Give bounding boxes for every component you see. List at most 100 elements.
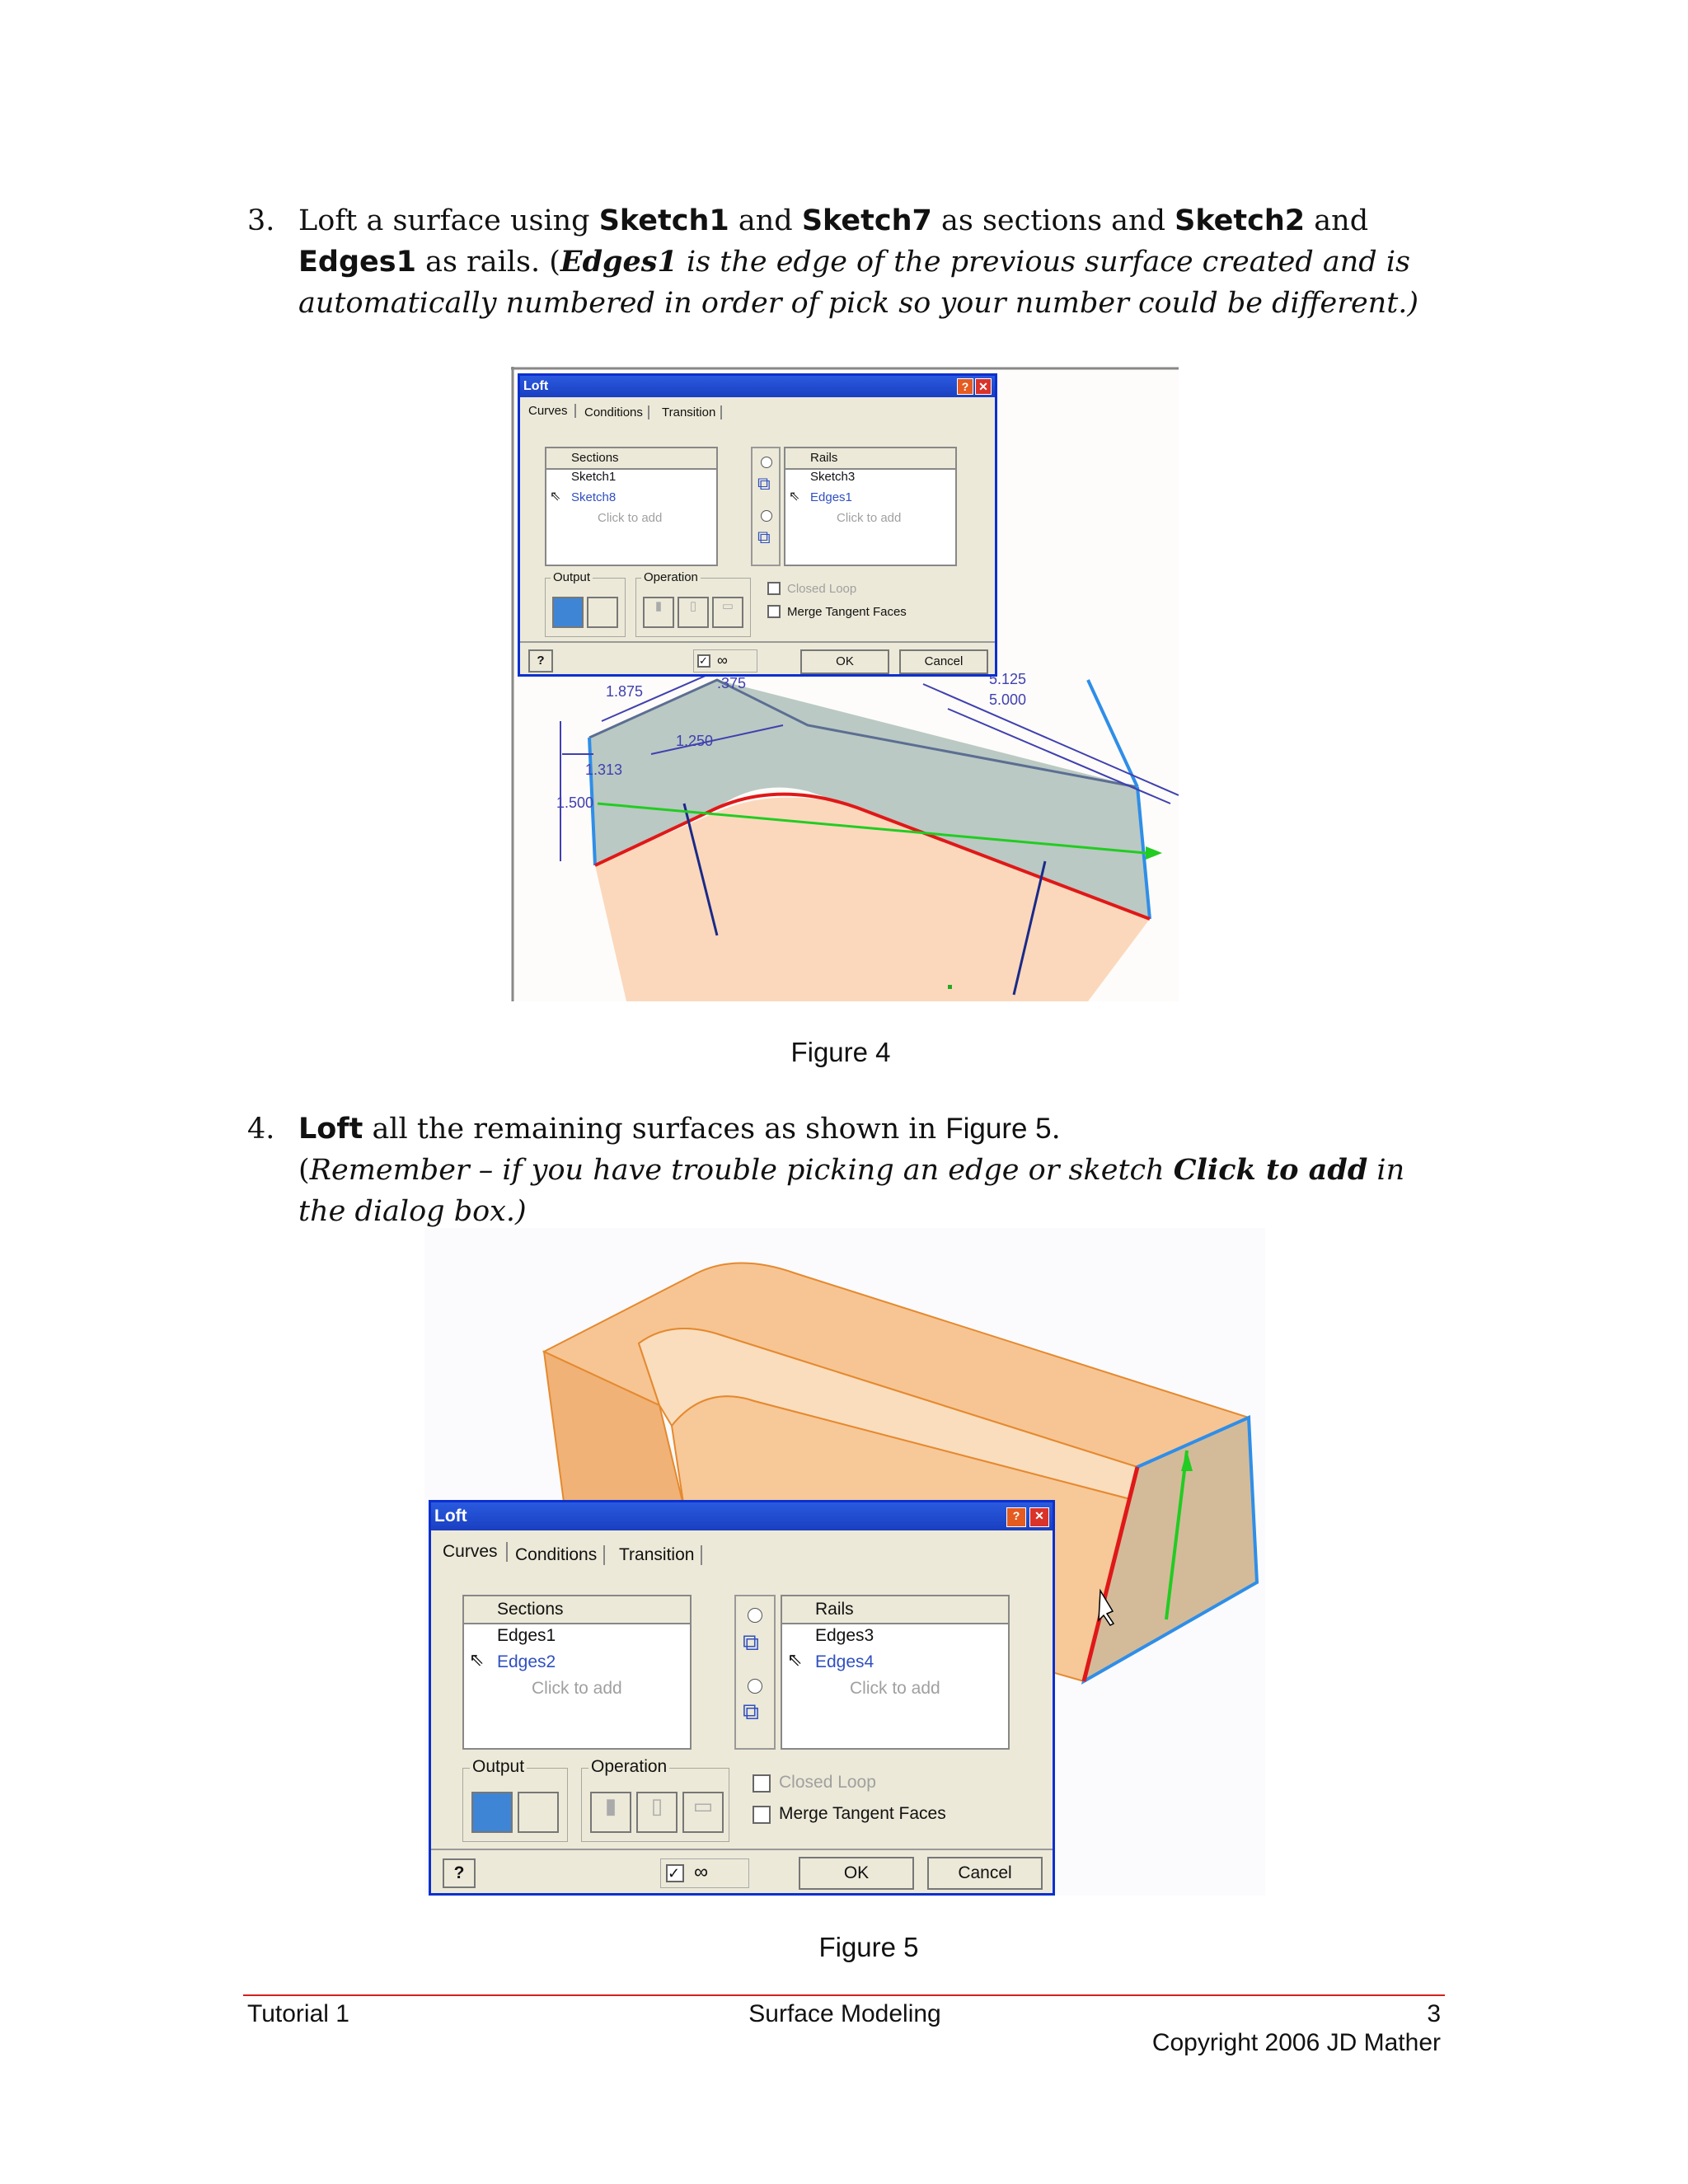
list-item[interactable]: Edges1 — [810, 490, 852, 504]
merge-tangent-label: Merge Tangent Faces — [787, 605, 907, 619]
sections-header: Sections — [546, 448, 716, 470]
join-button[interactable]: ▮ — [590, 1792, 631, 1833]
divider — [520, 641, 995, 643]
click-to-add[interactable]: Click to add — [598, 511, 662, 525]
list-item[interactable]: Edges3 — [815, 1626, 874, 1646]
dialog-title: Loft — [523, 379, 549, 393]
click-to-add[interactable]: Click to add — [850, 1679, 940, 1699]
dialog-help-title-button[interactable]: ? — [1006, 1507, 1026, 1527]
svg-text:.375: .375 — [717, 675, 746, 691]
step-text: Loft a surface using Sketch1 and Sketch7… — [298, 204, 1419, 320]
intersect-button[interactable]: ▭ — [712, 597, 743, 628]
click-to-add[interactable]: Click to add — [837, 511, 901, 525]
closed-loop-checkbox[interactable] — [767, 582, 781, 595]
radio-button[interactable] — [761, 510, 772, 522]
dialog-title: Loft — [434, 1507, 467, 1526]
step-4: 4. Loft all the remaining surfaces as sh… — [247, 1108, 1451, 1228]
rails-list[interactable]: Rails Edges3 Edges4 ⇖ Click to add — [781, 1595, 1010, 1750]
cancel-button[interactable]: Cancel — [899, 649, 988, 674]
click-to-add[interactable]: Click to add — [532, 1679, 622, 1699]
merge-tangent-label: Merge Tangent Faces — [779, 1804, 946, 1823]
sections-list[interactable]: Sections Edges1 Edges2 ⇖ Click to add — [462, 1595, 692, 1750]
closed-loop-checkbox[interactable] — [753, 1774, 771, 1793]
intersect-button[interactable]: ▭ — [682, 1792, 724, 1833]
operation-group: Operation ▮ ▯ ▭ — [635, 570, 751, 637]
tab-transition[interactable]: Transition — [619, 1545, 703, 1565]
preview-toggle[interactable]: ✓ ∞ — [660, 1858, 749, 1888]
sections-icon: ⧉ — [743, 1629, 759, 1655]
sections-header: Sections — [464, 1596, 690, 1624]
dialog-help-title-button[interactable]: ? — [957, 378, 973, 395]
cut-button[interactable]: ▯ — [636, 1792, 678, 1833]
sections-list[interactable]: Sections Sketch1 Sketch8 ⇖ Click to add — [545, 447, 718, 566]
list-item[interactable]: Edges1 — [497, 1626, 556, 1646]
closed-loop-label: Closed Loop — [779, 1773, 876, 1792]
list-item[interactable]: Sketch1 — [571, 470, 616, 484]
list-item[interactable]: Sketch3 — [810, 470, 855, 484]
rails-icon: ⧉ — [757, 527, 771, 547]
tab-conditions[interactable]: Conditions — [584, 405, 649, 419]
radio-button-selected[interactable] — [761, 457, 772, 468]
footer-left: Tutorial 1 — [247, 2000, 349, 2027]
list-item[interactable]: Sketch8 — [571, 490, 616, 504]
join-button[interactable]: ▮ — [643, 597, 674, 628]
cursor-icon: ⇖ — [787, 1649, 803, 1670]
step-text: Loft all the remaining surfaces as shown… — [298, 1113, 1405, 1228]
list-item[interactable]: Edges4 — [815, 1652, 874, 1672]
output-surface-button[interactable] — [518, 1792, 559, 1833]
selection-mode-strip: ⧉ ⧉ — [751, 447, 781, 566]
preview-checkbox[interactable]: ✓ — [666, 1864, 684, 1882]
step-number: 3. — [247, 204, 275, 237]
preview-checkbox[interactable]: ✓ — [697, 654, 710, 668]
ok-button[interactable]: OK — [799, 1857, 914, 1890]
loft-dialog-fig5: Loft ? ✕ Curves Conditions Transition Se… — [429, 1500, 1055, 1896]
tab-curves[interactable]: Curves — [443, 1542, 508, 1562]
cursor-icon: ⇖ — [789, 490, 800, 504]
footer-rule — [243, 1994, 1445, 1996]
glasses-icon: ∞ — [717, 652, 728, 668]
copyright: Copyright 2006 JD Mather — [1151, 2029, 1441, 2056]
help-button[interactable]: ? — [528, 649, 553, 673]
footer-center: Surface Modeling — [748, 2000, 941, 2027]
close-icon[interactable]: ✕ — [975, 378, 992, 395]
output-surface-button[interactable] — [587, 597, 618, 628]
step-3: 3. Loft a surface using Sketch1 and Sket… — [247, 200, 1451, 324]
figure-4: 1.875 .375 1.250 1.313 1.500 5.125 5.000… — [511, 367, 1179, 1001]
rails-header: Rails — [785, 448, 955, 470]
list-item[interactable]: Edges2 — [497, 1652, 556, 1672]
loft-dialog-fig4: Loft ? ✕ Curves Conditions Transition Se… — [518, 373, 997, 677]
close-icon[interactable]: ✕ — [1029, 1507, 1049, 1527]
tab-conditions[interactable]: Conditions — [515, 1545, 606, 1565]
operation-group: Operation ▮ ▯ ▭ — [581, 1757, 729, 1842]
figure-5: Loft ? ✕ Curves Conditions Transition Se… — [424, 1228, 1265, 1896]
radio-button-selected[interactable] — [748, 1608, 762, 1623]
merge-tangent-checkbox[interactable] — [753, 1806, 771, 1824]
divider — [431, 1849, 1053, 1850]
figure-5-caption: Figure 5 — [818, 1932, 919, 1962]
svg-text:5.000: 5.000 — [989, 691, 1026, 708]
help-button[interactable]: ? — [443, 1858, 476, 1888]
output-solid-button[interactable] — [552, 597, 584, 628]
cut-button[interactable]: ▯ — [678, 597, 709, 628]
tab-transition[interactable]: Transition — [662, 405, 723, 419]
closed-loop-label: Closed Loop — [787, 582, 857, 596]
svg-text:1.250: 1.250 — [676, 733, 713, 749]
rails-list[interactable]: Rails Sketch3 Edges1 ⇖ Click to add — [784, 447, 957, 566]
preview-toggle[interactable]: ✓ ∞ — [693, 649, 757, 673]
radio-button[interactable] — [748, 1679, 762, 1694]
svg-text:1.875: 1.875 — [606, 683, 643, 700]
dialog-title-bar: Loft ? ✕ — [431, 1502, 1053, 1530]
merge-tangent-checkbox[interactable] — [767, 605, 781, 618]
svg-text:1.313: 1.313 — [585, 762, 622, 778]
output-group: Output — [545, 570, 626, 637]
ok-button[interactable]: OK — [800, 649, 889, 674]
cancel-button[interactable]: Cancel — [927, 1857, 1043, 1890]
output-solid-button[interactable] — [471, 1792, 513, 1833]
output-group: Output — [462, 1757, 568, 1842]
tab-curves[interactable]: Curves — [528, 404, 576, 418]
selection-mode-strip: ⧉ ⧉ — [734, 1595, 776, 1750]
dialog-title-bar: Loft ? ✕ — [520, 376, 995, 397]
rails-icon: ⧉ — [743, 1699, 759, 1724]
sections-icon: ⧉ — [757, 473, 771, 494]
figure-4-caption: Figure 4 — [790, 1037, 891, 1067]
